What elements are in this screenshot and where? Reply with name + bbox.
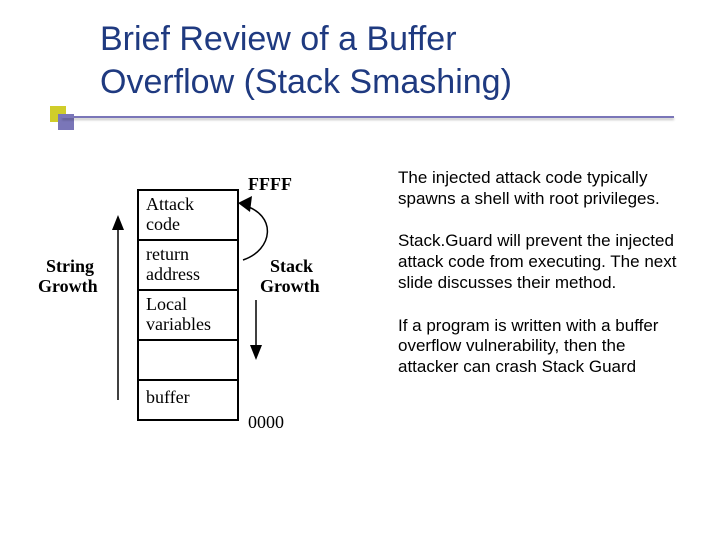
curved-arrow-icon	[238, 196, 267, 260]
body-text-column: The injected attack code typically spawn…	[398, 168, 688, 400]
label-stack-growth-l2: Growth	[260, 276, 320, 296]
cell-attack-l1: Attack	[146, 194, 194, 214]
stack-growth-arrow-icon	[250, 300, 262, 360]
cell-attack-l2: code	[146, 214, 180, 234]
title-container: Brief Review of a Buffer Overflow (Stack…	[100, 18, 512, 103]
cell-local-l2: variables	[146, 314, 211, 334]
label-ffff: FFFF	[248, 174, 292, 194]
title-underline	[62, 116, 674, 118]
paragraph-1: The injected attack code typically spawn…	[398, 168, 688, 209]
label-string-growth-l1: String	[46, 256, 94, 276]
slide-title: Brief Review of a Buffer Overflow (Stack…	[100, 18, 512, 103]
paragraph-2: Stack.Guard will prevent the injected at…	[398, 231, 688, 293]
stack-diagram: Attack code return address Local variabl…	[38, 170, 378, 450]
label-0000: 0000	[248, 412, 284, 432]
string-growth-arrow-icon	[112, 215, 124, 400]
stack-diagram-svg: Attack code return address Local variabl…	[38, 170, 378, 450]
cell-return-l1: return	[146, 244, 189, 264]
label-stack-growth-l1: Stack	[270, 256, 313, 276]
cell-local-l1: Local	[146, 294, 187, 314]
cell-return-l2: address	[146, 264, 200, 284]
paragraph-3: If a program is written with a buffer ov…	[398, 316, 688, 378]
cell-buffer: buffer	[146, 387, 190, 407]
label-string-growth-l2: Growth	[38, 276, 98, 296]
